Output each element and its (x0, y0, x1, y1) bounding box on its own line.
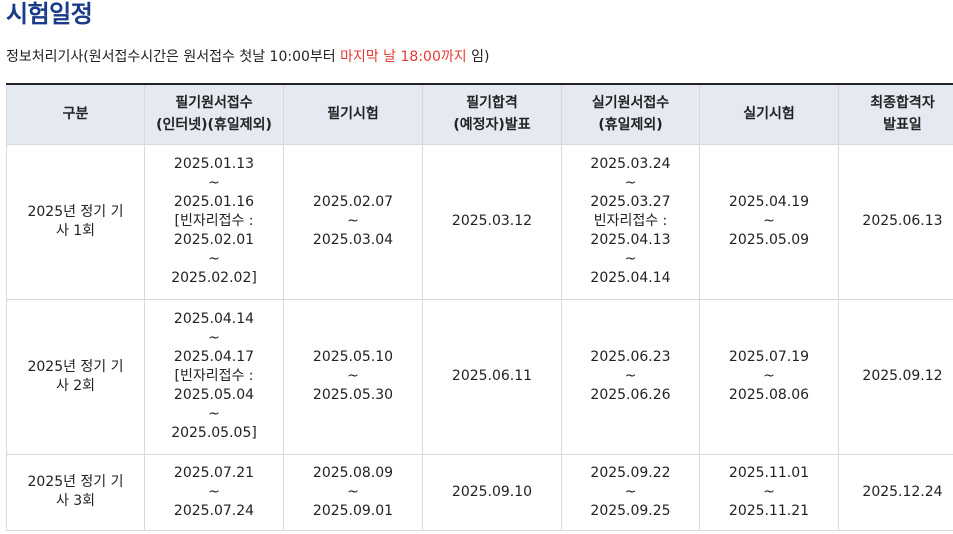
cell-practical-exam: 2025.07.19 ~ 2025.08.06 (699, 298, 839, 455)
cell-written-application: 2025.01.13 ~ 2025.01.16 [빈자리접수 : 2025.02… (144, 143, 284, 300)
cell-written-result: 2025.06.11 (422, 298, 562, 455)
cell-practical-application: 2025.06.23 ~ 2025.06.26 (561, 298, 700, 455)
column-header-final-result: 최종합격자 발표일 (838, 83, 953, 145)
cell-practical-application: 2025.09.22 ~ 2025.09.25 (561, 453, 700, 531)
page-title: 시험일정 (6, 0, 93, 28)
column-header-category: 구분 (6, 83, 145, 145)
cell-practical-exam: 2025.11.01 ~ 2025.11.21 (699, 453, 839, 531)
cell-written-result: 2025.03.12 (422, 143, 562, 300)
cell-written-exam: 2025.05.10 ~ 2025.05.30 (283, 298, 423, 455)
cell-final-result: 2025.12.24 (838, 453, 953, 531)
cell-practical-exam: 2025.04.19 ~ 2025.05.09 (699, 143, 839, 300)
cell-final-result: 2025.09.12 (838, 298, 953, 455)
cell-session: 2025년 정기 기 사 3회 (6, 453, 145, 531)
cell-written-exam: 2025.02.07 ~ 2025.03.04 (283, 143, 423, 300)
cell-written-exam: 2025.08.09 ~ 2025.09.01 (283, 453, 423, 531)
cell-written-result: 2025.09.10 (422, 453, 562, 531)
table-row: 2025년 정기 기 사 1회 2025.01.13 ~ 2025.01.16 … (6, 143, 953, 300)
cell-final-result: 2025.06.13 (838, 143, 953, 300)
cell-session: 2025년 정기 기 사 1회 (6, 143, 145, 300)
table-row: 2025년 정기 기 사 2회 2025.04.14 ~ 2025.04.17 … (6, 298, 953, 455)
column-header-practical-exam: 실기시험 (699, 83, 839, 145)
column-header-practical-application: 실기원서접수 (휴일제외) (561, 83, 700, 145)
column-header-written-application: 필기원서접수 (인터넷)(휴일제외) (144, 83, 284, 145)
cell-written-application: 2025.07.21 ~ 2025.07.24 (144, 453, 284, 531)
schedule-table: 구분 필기원서접수 (인터넷)(휴일제외) 필기시험 필기합격 (예정자)발표 … (6, 83, 953, 531)
cell-session: 2025년 정기 기 사 2회 (6, 298, 145, 455)
description-suffix: 임) (466, 49, 490, 65)
column-header-written-result: 필기합격 (예정자)발표 (422, 83, 562, 145)
description-text: 정보처리기사(원서접수시간은 원서접수 첫날 10:00부터 (6, 49, 341, 65)
cell-written-application: 2025.04.14 ~ 2025.04.17 [빈자리접수 : 2025.05… (144, 298, 284, 455)
deadline-highlight: 마지막 날 18:00까지 (340, 49, 467, 65)
exam-description: 정보처리기사(원서접수시간은 원서접수 첫날 10:00부터 마지막 날 18:… (6, 47, 489, 67)
table-header-row: 구분 필기원서접수 (인터넷)(휴일제외) 필기시험 필기합격 (예정자)발표 … (6, 83, 953, 145)
cell-practical-application: 2025.03.24 ~ 2025.03.27 빈자리접수 : 2025.04.… (561, 143, 700, 300)
exam-schedule-page: 시험일정 정보처리기사(원서접수시간은 원서접수 첫날 10:00부터 마지막 … (0, 0, 953, 534)
table-row: 2025년 정기 기 사 3회 2025.07.21 ~ 2025.07.24 … (6, 453, 953, 531)
column-header-written-exam: 필기시험 (283, 83, 423, 145)
